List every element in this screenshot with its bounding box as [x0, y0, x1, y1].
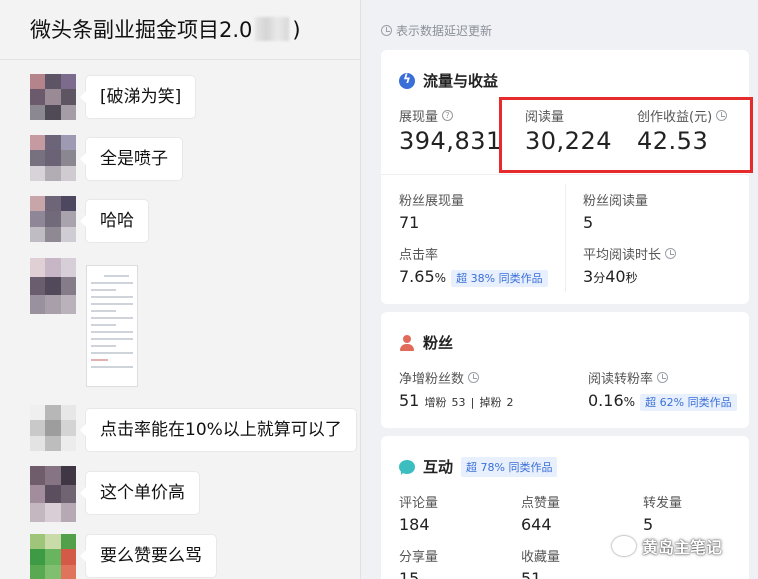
metric-fan-reads[interactable]: 粉丝阅读量 5 — [583, 190, 648, 232]
avatar[interactable] — [30, 466, 76, 522]
metric-reads[interactable]: 阅读量 30,224 — [525, 106, 612, 155]
metric-impressions[interactable]: 展现量? 394,831 — [399, 106, 502, 155]
wechat-icon — [612, 536, 636, 556]
clock-icon — [381, 25, 392, 36]
bolt-icon — [399, 72, 415, 89]
avatar[interactable] — [30, 258, 76, 314]
help-icon[interactable]: ? — [442, 110, 454, 121]
metric-ctr[interactable]: 点击率 7.65% 超 38% 同类作品 — [399, 244, 548, 287]
image-message[interactable] — [86, 265, 138, 387]
metric-shares[interactable]: 分享量 15 — [399, 546, 438, 579]
chat-bubble-icon — [399, 459, 415, 475]
avatar[interactable] — [30, 135, 76, 181]
avatar[interactable] — [30, 534, 76, 579]
analytics-panel: 表示数据延迟更新 流量与收益 展现量? 394,831 阅读量 30,224 创… — [360, 0, 758, 579]
metric-comments[interactable]: 评论量 184 — [399, 492, 438, 534]
chat-pane: 微头条副业掘金项目2.0) [破涕为笑] 全是喷子 哈哈 点击率能在10%以上就… — [0, 0, 360, 579]
delayed-data-icon — [716, 110, 728, 121]
message-bubble[interactable]: [破涕为笑] — [79, 76, 196, 118]
delayed-data-icon — [665, 248, 677, 259]
divider — [565, 184, 566, 292]
message-bubble[interactable]: 全是喷子 — [80, 138, 182, 180]
divider — [381, 174, 749, 175]
ctr-badge: 超 38% 同类作品 — [451, 270, 548, 287]
interaction-card-title: 互动 超 78% 同类作品 — [399, 456, 558, 477]
metric-net-new-fans[interactable]: 净增粉丝数 51 增粉 53 | 掉粉 2 — [399, 368, 514, 410]
delay-note: 表示数据延迟更新 — [381, 22, 492, 39]
person-icon — [399, 334, 415, 351]
metric-likes[interactable]: 点赞量 644 — [521, 492, 560, 534]
fans-card: 粉丝 净增粉丝数 51 增粉 53 | 掉粉 2 阅读转粉率 0.16% 超 6… — [381, 312, 749, 428]
chat-header: 微头条副业掘金项目2.0) — [0, 0, 360, 60]
message-bubble[interactable]: 哈哈 — [80, 200, 148, 242]
message-bubble[interactable]: 这个单价高 — [80, 472, 199, 514]
metric-fan-impressions[interactable]: 粉丝展现量 71 — [399, 190, 464, 232]
metric-favorites[interactable]: 收藏量 51 — [521, 546, 560, 579]
traffic-card-title: 流量与收益 — [399, 70, 498, 91]
conversion-badge: 超 62% 同类作品 — [640, 394, 737, 411]
metric-earnings[interactable]: 创作收益(元) 42.53 — [637, 106, 728, 155]
fans-card-title: 粉丝 — [399, 332, 453, 353]
delayed-data-icon — [657, 372, 669, 383]
metric-avg-read-time[interactable]: 平均阅读时长 3分40秒 — [583, 244, 677, 286]
delayed-data-icon — [468, 372, 480, 383]
avatar[interactable] — [30, 74, 76, 120]
message-bubble[interactable]: 点击率能在10%以上就算可以了 — [80, 409, 356, 451]
traffic-earnings-card: 流量与收益 展现量? 394,831 阅读量 30,224 创作收益(元) 42… — [381, 50, 749, 304]
metric-read-to-fan-rate[interactable]: 阅读转粉率 0.16% 超 62% 同类作品 — [588, 368, 737, 411]
interaction-badge: 超 78% 同类作品 — [461, 456, 558, 477]
chat-title: 微头条副业掘金项目2.0) — [30, 17, 301, 42]
avatar[interactable] — [30, 405, 76, 451]
avatar[interactable] — [30, 196, 76, 242]
blurred-title-part — [255, 17, 290, 41]
watermark: 黄岛主笔记 — [612, 534, 722, 558]
message-bubble[interactable]: 要么赞要么骂 — [80, 535, 216, 577]
metric-reposts[interactable]: 转发量 5 — [643, 492, 682, 534]
